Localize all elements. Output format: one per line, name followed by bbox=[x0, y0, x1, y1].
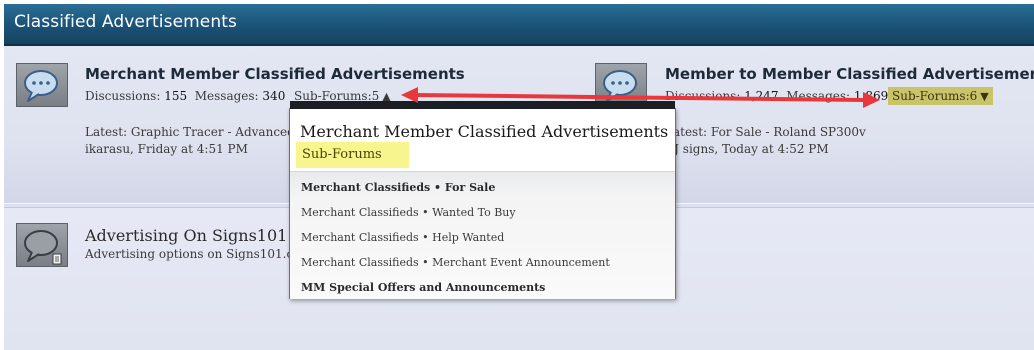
annotation-arrow bbox=[401, 87, 880, 108]
